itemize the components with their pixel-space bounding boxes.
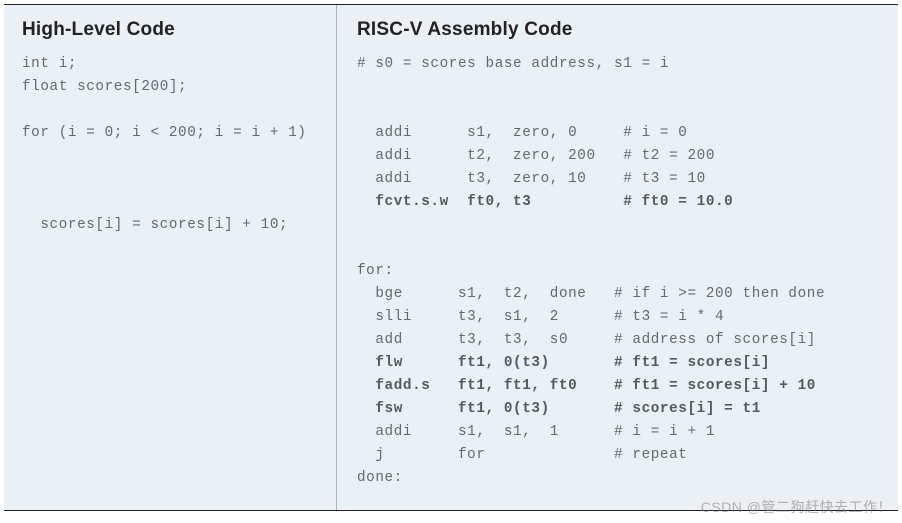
right-column: RISC-V Assembly Code # s0 = scores base … — [336, 5, 898, 510]
watermark-text: CSDN @管二狗赶快去工作！ — [701, 497, 892, 517]
right-title: RISC-V Assembly Code — [357, 19, 880, 41]
code-comparison-panel: High-Level Code int i; float scores[200]… — [4, 4, 898, 511]
assembly-code: # s0 = scores base address, s1 = i addi … — [357, 53, 880, 490]
left-column: High-Level Code int i; float scores[200]… — [4, 5, 336, 510]
high-level-code: int i; float scores[200]; for (i = 0; i … — [22, 53, 318, 237]
left-title: High-Level Code — [22, 19, 318, 41]
